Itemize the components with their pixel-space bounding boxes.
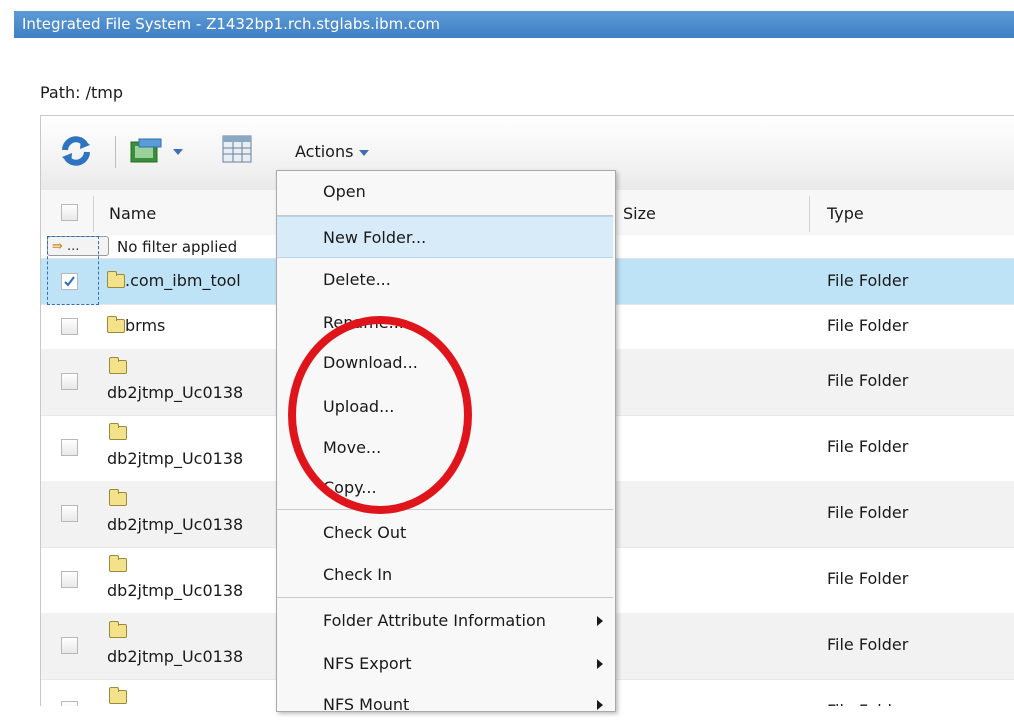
column-divider: [93, 196, 94, 232]
folder-icon: [109, 555, 127, 572]
folder-icon: [107, 271, 125, 288]
folder-icon: [109, 357, 127, 374]
row-checkbox[interactable]: [61, 318, 78, 335]
actions-menu-button[interactable]: Actions: [295, 142, 370, 161]
menu-divider: [277, 597, 613, 598]
row-name[interactable]: db2jtmp_Uc0138: [107, 515, 243, 534]
row-name[interactable]: brms: [107, 316, 165, 335]
column-header-name[interactable]: Name: [109, 190, 156, 235]
row-checkbox[interactable]: [61, 637, 78, 654]
row-checkbox[interactable]: [61, 439, 78, 456]
row-type: File Folder: [827, 635, 909, 654]
row-type: File Folder: [827, 437, 909, 456]
transfer-icon[interactable]: [129, 138, 163, 166]
folder-icon: [109, 423, 127, 440]
dropdown-arrow-icon[interactable]: [173, 149, 183, 155]
table-properties-icon[interactable]: [221, 134, 255, 166]
submenu-arrow-icon: [597, 616, 603, 626]
row-name[interactable]: db2jtmp_Uc0138: [107, 449, 243, 468]
row-checkbox[interactable]: [61, 571, 78, 588]
row-checkbox[interactable]: [61, 373, 78, 390]
focus-indicator: [47, 236, 99, 305]
menu-item-check-in[interactable]: Check In: [277, 554, 613, 596]
row-name[interactable]: db2jtmp_Uc0138: [107, 647, 243, 666]
menu-item-nfs-mount[interactable]: NFS Mount: [277, 684, 613, 726]
menu-item-delete[interactable]: Delete...: [277, 259, 613, 301]
row-type: File Folder: [827, 271, 909, 290]
actions-label: Actions: [295, 142, 354, 161]
chevron-down-icon: [359, 149, 370, 156]
filter-status: No filter applied: [117, 238, 238, 256]
folder-icon: [109, 621, 127, 638]
menu-item-new-folder[interactable]: New Folder...: [277, 216, 613, 258]
menu-item-folder-attribute-information[interactable]: Folder Attribute Information: [277, 600, 613, 642]
row-checkbox[interactable]: [61, 505, 78, 522]
row-name[interactable]: db2jtmp_Uc0138: [107, 383, 243, 402]
row-type: File Folder: [827, 701, 908, 706]
refresh-icon[interactable]: [59, 135, 93, 167]
row-type: File Folder: [827, 371, 909, 390]
folder-icon: [109, 489, 127, 506]
row-type: File Folder: [827, 316, 909, 335]
folder-icon: [109, 687, 127, 704]
menu-item-open[interactable]: Open: [277, 171, 613, 213]
column-divider: [809, 196, 810, 232]
column-header-size[interactable]: Size: [623, 190, 656, 235]
annotation-circle: [288, 316, 472, 514]
row-name[interactable]: .com_ibm_tool: [107, 271, 241, 290]
submenu-arrow-icon: [597, 700, 603, 710]
menu-item-nfs-export[interactable]: NFS Export: [277, 643, 613, 685]
toolbar-separator: [115, 136, 116, 168]
row-name[interactable]: db2jtmp_Uc0138: [107, 581, 243, 600]
path-label: Path: /tmp: [40, 83, 124, 102]
row-type: File Folder: [827, 569, 909, 588]
submenu-arrow-icon: [597, 659, 603, 669]
folder-icon: [107, 316, 125, 333]
row-type: File Folder: [827, 503, 909, 522]
row-checkbox[interactable]: [61, 701, 78, 706]
column-header-type[interactable]: Type: [827, 190, 864, 235]
select-all-checkbox[interactable]: [61, 204, 78, 221]
window-title: Integrated File System - Z1432bp1.rch.st…: [14, 11, 1014, 38]
